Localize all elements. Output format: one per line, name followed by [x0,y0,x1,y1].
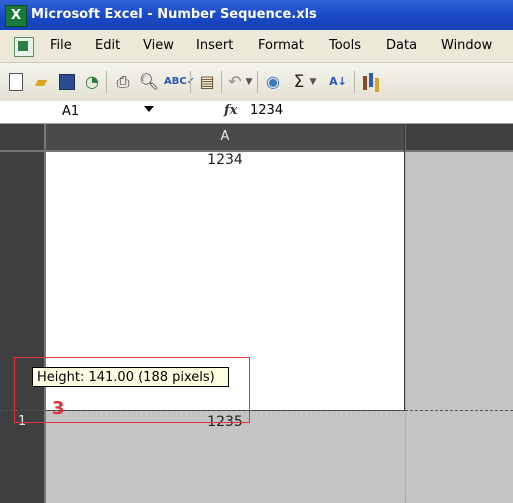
permission-icon[interactable]: ◔ [82,71,102,93]
menu-bar: File Edit View Insert Format Tools Data … [0,30,513,63]
autosum-icon[interactable]: Σ [290,71,308,93]
menu-window[interactable]: Window [441,38,492,53]
formula-bar: A1 fx 1234 [0,101,513,124]
print-icon[interactable]: ⎙ [112,71,134,93]
print-preview-icon[interactable]: 🔍︎ [138,71,160,93]
workbook-icon[interactable] [14,37,34,57]
cell-a1-value: 1234 [207,152,243,168]
menu-data[interactable]: Data [386,38,417,53]
undo-icon[interactable]: ↶ [226,71,244,93]
hyperlink-icon[interactable]: ◉ [262,71,284,93]
excel-icon[interactable]: X [5,5,27,27]
menu-tools[interactable]: Tools [329,38,361,53]
toolbar-separator [106,71,107,93]
save-icon[interactable] [56,71,76,93]
toolbar-separator [221,71,222,93]
formula-input[interactable]: 1234 [250,103,283,118]
chevron-down-icon[interactable] [144,106,154,112]
toolbar-separator [354,71,355,93]
title-bar[interactable]: X Microsoft Excel - Number Sequence.xls [0,0,513,30]
insert-function-icon[interactable]: fx [224,103,237,118]
menu-edit[interactable]: Edit [95,38,120,53]
toolbar-separator [257,71,258,93]
toolbar-separator [190,71,191,93]
menu-format[interactable]: Format [258,38,304,53]
select-all-button[interactable] [0,124,46,152]
column-header-a[interactable]: A [46,124,404,152]
paste-icon[interactable]: ▤ [196,71,218,93]
annotation-step-number: 3 [52,398,65,419]
spelling-icon[interactable]: ABC✓ [164,71,195,93]
new-icon[interactable] [6,71,24,93]
cells-other-columns[interactable] [405,152,513,503]
name-box-value: A1 [62,104,80,119]
gridline [405,152,407,503]
menu-view[interactable]: View [143,38,174,53]
row-header-area[interactable]: 1 [0,152,46,503]
undo-dropdown-icon[interactable]: ▼ [244,71,254,93]
annotation-highlight-box [14,357,250,423]
name-box[interactable]: A1 [6,103,158,120]
excel-window: X Microsoft Excel - Number Sequence.xls … [0,0,513,503]
column-header-area[interactable] [405,124,513,152]
open-icon[interactable]: ▰ [30,71,52,93]
menu-file[interactable]: File [50,38,72,53]
standard-toolbar: ▰ ◔ ⎙ 🔍︎ ABC✓ ▤ ↶ ▼ ◉ Σ ▼ A↓ [0,63,513,102]
window-title: Microsoft Excel - Number Sequence.xls [31,7,317,22]
worksheet-grid[interactable]: A 1 1234 1235 [0,124,513,503]
autosum-dropdown-icon[interactable]: ▼ [308,71,318,93]
chart-wizard-icon[interactable] [360,71,384,93]
sort-ascending-icon[interactable]: A↓ [326,71,350,93]
menu-insert[interactable]: Insert [196,38,233,53]
